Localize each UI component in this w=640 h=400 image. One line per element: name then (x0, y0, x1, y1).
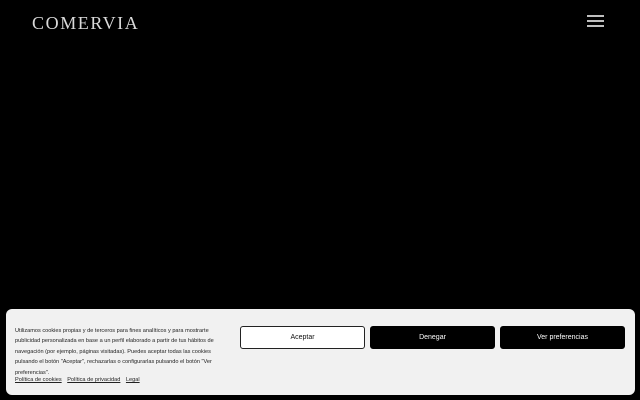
cookie-banner: Utilizamos cookies propias y de terceros… (6, 309, 635, 395)
cookie-message: Utilizamos cookies propias y de terceros… (15, 328, 214, 376)
hamburger-menu-icon[interactable] (587, 13, 605, 29)
legal-link[interactable]: Legal (126, 377, 140, 383)
site-header: COMERVIA (0, 0, 640, 46)
accept-button[interactable]: Aceptar (240, 326, 365, 349)
deny-button[interactable]: Denegar (370, 326, 495, 349)
preferences-button[interactable]: Ver preferencias (500, 326, 625, 349)
site-logo[interactable]: COMERVIA (32, 13, 139, 33)
privacy-policy-link[interactable]: Política de privacidad (67, 377, 120, 383)
page: COMERVIA Utilizamos cookies propias y de… (0, 0, 640, 400)
cookies-policy-link[interactable]: Política de cookies (15, 377, 62, 383)
cookie-links: Política de cookies Política de privacid… (15, 376, 144, 384)
